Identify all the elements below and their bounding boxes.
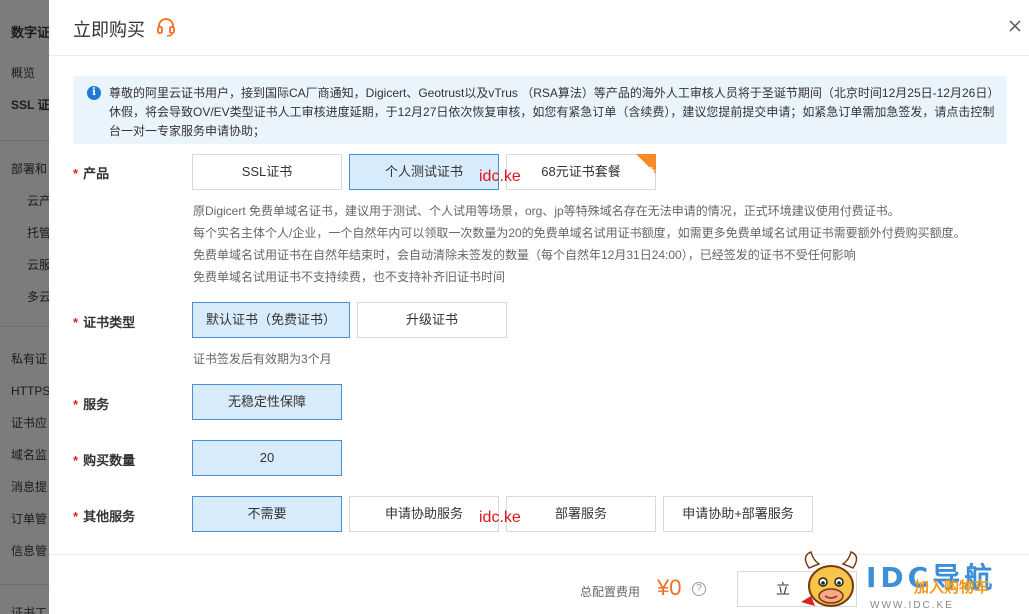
logo-slogan: 加入购物车	[914, 579, 990, 596]
total-cost-value: ¥0	[657, 575, 682, 600]
product-help-1: 原Digicert 免费单域名证书，建议用于测试、个人试用等场景，org、jp等…	[193, 204, 900, 218]
sidebar-divider	[0, 326, 49, 327]
other-option-assist-deploy[interactable]: 申请协助+部署服务	[663, 496, 813, 532]
quantity-option-20[interactable]: 20	[192, 440, 342, 476]
sidebar-item[interactable]: 概览	[11, 64, 35, 81]
product-option-personal-test[interactable]: 个人测试证书	[349, 154, 499, 190]
sidebar-item[interactable]: 信息管	[11, 542, 47, 559]
service-option-no-sla[interactable]: 无稳定性保障	[192, 384, 342, 420]
product-help-3: 免费单域名试用证书在自然年结束时，会自动清除未签发的数量（每个自然年12月31日…	[193, 248, 856, 262]
purchase-modal: 立即购买 i 尊敬的阿里云证书用户，接到国际CA厂商通知，Digicert、Ge…	[49, 0, 1029, 614]
modal-title: 立即购买	[73, 20, 145, 40]
close-icon[interactable]	[1007, 18, 1023, 34]
quantity-label: * 购买数量	[73, 453, 136, 468]
cert-type-default[interactable]: 默认证书（免费证书）	[192, 302, 350, 338]
sidebar-item[interactable]: 证书应	[11, 414, 47, 431]
sidebar-item[interactable]: SSL 证书	[11, 96, 49, 113]
sidebar-title: 数字证	[11, 25, 49, 40]
other-option-deploy[interactable]: 部署服务	[506, 496, 656, 532]
product-option-68-package[interactable]: 68元证书套餐 新	[506, 154, 656, 190]
sidebar-item[interactable]: 部署和	[11, 160, 47, 177]
modal-header: 立即购买	[49, 0, 1029, 56]
sidebar-item[interactable]: 云产	[27, 192, 49, 209]
cert-type-label: * 证书类型	[73, 315, 136, 330]
watermark-text: idc.ke	[479, 509, 521, 526]
background-sidebar: 数字证 概览 SSL 证书部署和云产托管云服多云私有证 HTTPS加证书应域名监消息…	[0, 0, 49, 614]
notice-banner: i 尊敬的阿里云证书用户，接到国际CA厂商通知，Digicert、Geotrus…	[73, 76, 1007, 144]
other-option-none[interactable]: 不需要	[192, 496, 342, 532]
sidebar-divider	[0, 584, 49, 585]
help-question-icon[interactable]: ?	[692, 582, 706, 596]
product-help-4: 免费单域名试用证书不支持续费，也不支持补齐旧证书时间	[193, 270, 506, 284]
product-option-ssl[interactable]: SSL证书	[192, 154, 342, 190]
sidebar-item[interactable]: 私有证	[11, 350, 47, 367]
service-label: * 服务	[73, 397, 110, 412]
other-services-label: * 其他服务	[73, 509, 136, 524]
cert-type-help: 证书签发后有效期为3个月	[193, 352, 332, 366]
headset-icon[interactable]	[156, 17, 176, 37]
package-label: 68元证书套餐	[541, 164, 621, 179]
cert-type-upgrade[interactable]: 升级证书	[357, 302, 507, 338]
product-help-2: 每个实名主体个人/企业，一个自然年内可以领取一次数量为20的免费单域名试用证书额…	[193, 226, 966, 240]
sidebar-divider	[0, 140, 49, 141]
notice-text: 尊敬的阿里云证书用户，接到国际CA厂商通知，Digicert、Geotrust以…	[109, 86, 995, 138]
logo-url: WWW.IDC.KE	[870, 600, 954, 611]
sidebar-item[interactable]: 域名监	[11, 446, 47, 463]
sidebar-item[interactable]: HTTPS加	[11, 382, 49, 399]
sidebar-item[interactable]: 订单管	[11, 510, 47, 527]
info-icon: i	[87, 86, 101, 100]
sidebar-item[interactable]: 托管	[27, 224, 49, 241]
other-option-assist[interactable]: 申请协助服务	[349, 496, 499, 532]
sidebar-item[interactable]: 多云	[27, 288, 49, 305]
watermark-text: idc.ke	[479, 168, 521, 185]
mascot-cow-icon	[801, 550, 858, 607]
total-cost-label: 总配置费用	[580, 585, 641, 599]
sidebar-item[interactable]: 证书工	[11, 604, 47, 614]
sidebar-item[interactable]: 云服	[27, 256, 49, 273]
product-label: * 产品	[73, 166, 110, 181]
sidebar-item[interactable]: 消息提	[11, 478, 47, 495]
